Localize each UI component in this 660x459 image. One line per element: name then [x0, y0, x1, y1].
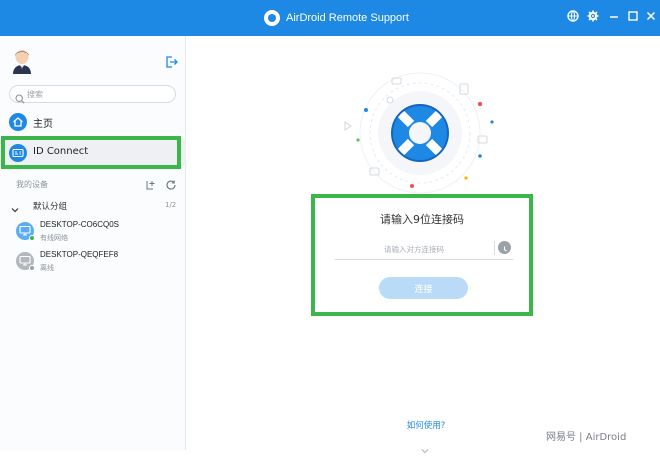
device-status: 有线网络	[40, 234, 68, 242]
search-input[interactable]	[27, 87, 167, 101]
group-count: 1/2	[165, 201, 177, 209]
id-card-icon	[9, 144, 27, 162]
add-device-icon[interactable]	[144, 176, 156, 190]
connection-code-input[interactable]	[335, 240, 493, 258]
home-icon	[9, 113, 27, 131]
airdroid-logo-icon	[264, 10, 280, 26]
search-box	[9, 85, 176, 104]
title-bar: AirDroid Remote Support	[0, 0, 660, 36]
chevron-down-icon[interactable]	[10, 200, 20, 213]
device-row[interactable]: DESKTOP-CO6CQ0S 有线网络	[0, 218, 186, 246]
connection-code-field	[335, 238, 513, 260]
logout-icon[interactable]	[164, 54, 178, 68]
nav-item-id-connect[interactable]: ID Connect	[0, 140, 186, 166]
close-icon[interactable]	[643, 10, 659, 26]
device-status: 离线	[40, 264, 54, 272]
minimize-icon[interactable]	[606, 10, 622, 26]
globe-icon[interactable]	[565, 10, 581, 26]
sidebar: 主页 ID Connect 我的设备 默认分组 1/2 DESKTOP-CO6C…	[0, 36, 186, 450]
how-to-use-link[interactable]: 如何使用?	[386, 419, 466, 431]
lifebuoy-illustration	[330, 70, 510, 200]
connect-button[interactable]: 连接	[379, 277, 468, 299]
avatar[interactable]	[11, 48, 33, 74]
online-status-dot	[29, 235, 35, 241]
refresh-icon[interactable]	[165, 176, 177, 190]
input-divider	[494, 241, 495, 255]
search-icon	[15, 89, 25, 104]
gear-icon[interactable]	[585, 10, 601, 26]
my-devices-label: 我的设备	[16, 180, 48, 189]
nav-label-home: 主页	[33, 119, 53, 130]
nav-item-home[interactable]: 主页	[0, 109, 186, 135]
connect-prompt: 请输入9位连接码	[380, 213, 464, 226]
history-clock-icon[interactable]	[498, 241, 511, 254]
device-name: DESKTOP-QEQFEF8	[40, 250, 119, 259]
nav-label-id-connect: ID Connect	[33, 146, 89, 157]
device-name: DESKTOP-CO6CQ0S	[40, 220, 119, 229]
app-title: AirDroid Remote Support	[264, 9, 409, 27]
device-group-default[interactable]: 默认分组 1/2	[0, 198, 186, 214]
maximize-icon[interactable]	[625, 10, 641, 26]
watermark: 网易号 | AirDroid	[546, 432, 627, 443]
window-title: AirDroid Remote Support	[286, 12, 409, 24]
chevron-down-icon[interactable]	[420, 440, 430, 454]
group-label: 默认分组	[33, 202, 68, 212]
offline-status-dot	[29, 265, 35, 271]
device-row[interactable]: DESKTOP-QEQFEF8 离线	[0, 248, 186, 276]
